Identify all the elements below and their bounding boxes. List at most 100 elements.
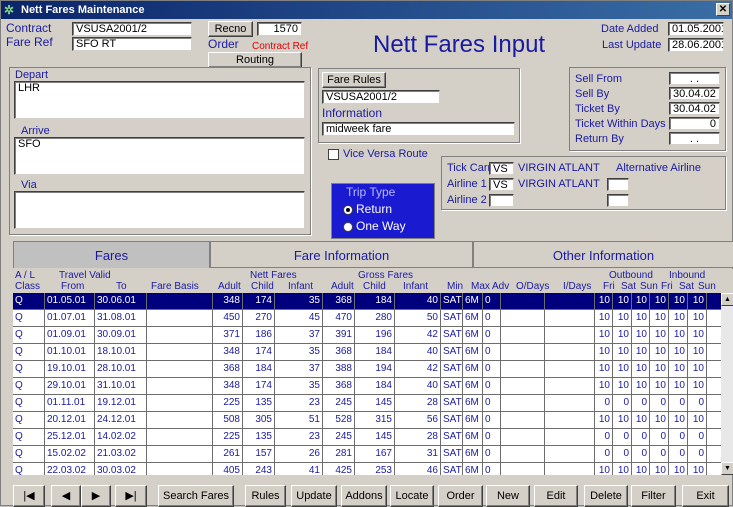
- table-row[interactable]: Q 22.03.02 30.03.02 405 243 41 425 253 46 SAT 6M 0 1…: [13, 463, 721, 475]
- fare-rules-input[interactable]: VSUSA2001/2: [322, 90, 440, 104]
- information-label: Information: [322, 106, 383, 120]
- table-cell: [501, 412, 545, 428]
- table-cell: 22.03.02: [45, 463, 95, 475]
- table-cell: 10: [650, 361, 669, 377]
- table-cell: [501, 293, 545, 309]
- arrive-label: Arrive: [21, 125, 50, 137]
- scroll-up-icon[interactable]: ▲: [721, 293, 733, 306]
- table-cell: [501, 310, 545, 326]
- exit-button[interactable]: Exit: [682, 485, 729, 507]
- table-cell: 0: [595, 429, 613, 445]
- recno-input[interactable]: 1570: [257, 22, 302, 36]
- arrive-input[interactable]: SFO: [14, 137, 305, 175]
- table-row[interactable]: Q 01.10.01 18.10.01 348 174 35 368 184 40 SAT 6M 0 1…: [13, 344, 721, 361]
- table-cell: 470: [323, 310, 355, 326]
- table-cell: 281: [323, 446, 355, 462]
- ticket-within-days-input[interactable]: 0: [669, 117, 720, 130]
- table-cell: 184: [243, 361, 275, 377]
- sell-from-input[interactable]: . .: [669, 72, 720, 85]
- fares-grid[interactable]: Q 01.05.01 30.06.01 348 174 35 368 184 40 SAT 6M 0 1…: [13, 293, 721, 475]
- rules-button[interactable]: Rules: [245, 485, 286, 507]
- table-cell: 01.11.01: [45, 395, 95, 411]
- table-row[interactable]: Q 15.02.02 21.03.02 261 157 26 281 167 31 SAT 6M 0 0…: [13, 446, 721, 463]
- tab-fares[interactable]: Fares: [13, 241, 210, 268]
- return-radio[interactable]: [343, 205, 353, 215]
- next-record-button[interactable]: ▶: [81, 485, 111, 507]
- routing-button[interactable]: Routing: [208, 52, 302, 68]
- alt-airline2-input[interactable]: [607, 194, 629, 207]
- locate-button[interactable]: Locate: [390, 485, 434, 507]
- grid-scrollbar[interactable]: ▲ ▼: [721, 293, 733, 475]
- table-row[interactable]: Q 19.10.01 28.10.01 368 184 37 388 194 42 SAT 6M 0 1…: [13, 361, 721, 378]
- table-cell: [501, 463, 545, 475]
- table-row[interactable]: Q 01.07.01 31.08.01 450 270 45 470 280 50 SAT 6M 0 1…: [13, 310, 721, 327]
- ticket-by-input[interactable]: 30.04.02: [669, 102, 720, 115]
- vice-versa-checkbox[interactable]: [328, 149, 339, 160]
- gross-fares-header: Gross Fares: [358, 270, 414, 281]
- airline2-code[interactable]: [489, 194, 514, 207]
- information-input[interactable]: midweek fare: [322, 122, 515, 136]
- table-row[interactable]: Q 01.11.01 19.12.01 225 135 23 245 145 28 SAT 6M 0 0…: [13, 395, 721, 412]
- order-button[interactable]: Order: [438, 485, 483, 507]
- table-cell: Q: [13, 344, 45, 360]
- table-row[interactable]: Q 25.12.01 14.02.02 225 135 23 245 145 28 SAT 6M 0 0…: [13, 429, 721, 446]
- table-cell: Q: [13, 327, 45, 343]
- depart-input[interactable]: LHR: [14, 81, 305, 119]
- table-cell: SAT: [441, 361, 463, 377]
- table-row[interactable]: Q 20.12.01 24.12.01 508 305 51 528 315 56 SAT 6M 0 1…: [13, 412, 721, 429]
- table-cell: 280: [355, 310, 395, 326]
- sell-by-input[interactable]: 30.04.02: [669, 87, 720, 100]
- tick-carr-code[interactable]: VS: [489, 162, 514, 175]
- table-cell: 10: [650, 463, 669, 475]
- tab-other-information[interactable]: Other Information: [473, 241, 733, 268]
- out-sat-header: Sat: [621, 281, 637, 292]
- travel-valid-header: Travel Valid: [59, 270, 111, 281]
- table-cell: 6M: [463, 293, 483, 309]
- via-input[interactable]: [14, 191, 305, 229]
- table-cell: 15.02.02: [45, 446, 95, 462]
- table-row[interactable]: Q 01.09.01 30.09.01 371 186 37 391 196 42 SAT 6M 0 1…: [13, 327, 721, 344]
- addons-button[interactable]: Addons: [341, 485, 387, 507]
- fare-rules-button[interactable]: Fare Rules: [322, 72, 386, 88]
- delete-button[interactable]: Delete: [584, 485, 628, 507]
- table-cell: 6M: [463, 429, 483, 445]
- sell-from-label: Sell From: [575, 73, 623, 85]
- table-cell: 174: [243, 293, 275, 309]
- table-cell: 42: [395, 361, 441, 377]
- table-cell: [501, 344, 545, 360]
- one-way-radio[interactable]: [343, 222, 353, 232]
- tab-fare-information[interactable]: Fare Information: [210, 241, 473, 268]
- return-by-input[interactable]: . .: [669, 132, 720, 145]
- table-cell: 315: [355, 412, 395, 428]
- prev-record-button[interactable]: ◀: [51, 485, 81, 507]
- table-cell: Q: [13, 429, 45, 445]
- table-row[interactable]: Q 29.10.01 31.10.01 348 174 35 368 184 40 SAT 6M 0 1…: [13, 378, 721, 395]
- new-button[interactable]: New: [486, 485, 530, 507]
- idays-header: I/Days: [563, 281, 592, 292]
- first-record-button[interactable]: |◀: [13, 485, 45, 507]
- update-button[interactable]: Update: [291, 485, 337, 507]
- table-row[interactable]: Q 01.05.01 30.06.01 348 174 35 368 184 40 SAT 6M 0 1…: [13, 293, 721, 310]
- airline1-code[interactable]: VS: [489, 178, 514, 191]
- search-fares-button[interactable]: Search Fares: [158, 485, 234, 507]
- scroll-down-icon[interactable]: ▼: [721, 462, 733, 475]
- contract-input[interactable]: VSUSA2001/2: [72, 22, 192, 36]
- table-cell: 10: [613, 361, 632, 377]
- alt-airline1-input[interactable]: [607, 178, 629, 191]
- table-cell: 10: [632, 361, 650, 377]
- fare-ref-input[interactable]: SFO RT: [72, 37, 192, 51]
- order-value: Contract Ref: [252, 41, 309, 52]
- close-button[interactable]: ✕: [716, 3, 730, 16]
- table-cell: 01.05.01: [45, 293, 95, 309]
- table-cell: 0: [483, 310, 501, 326]
- table-cell: 10: [613, 310, 632, 326]
- filter-button[interactable]: Filter: [631, 485, 676, 507]
- table-cell: 01.10.01: [45, 344, 95, 360]
- table-cell: 368: [213, 361, 243, 377]
- table-cell: Q: [13, 378, 45, 394]
- recno-button[interactable]: Recno: [208, 21, 253, 37]
- last-record-button[interactable]: ▶|: [115, 485, 147, 507]
- edit-button[interactable]: Edit: [534, 485, 578, 507]
- table-cell: 31: [395, 446, 441, 462]
- table-cell: 0: [688, 446, 707, 462]
